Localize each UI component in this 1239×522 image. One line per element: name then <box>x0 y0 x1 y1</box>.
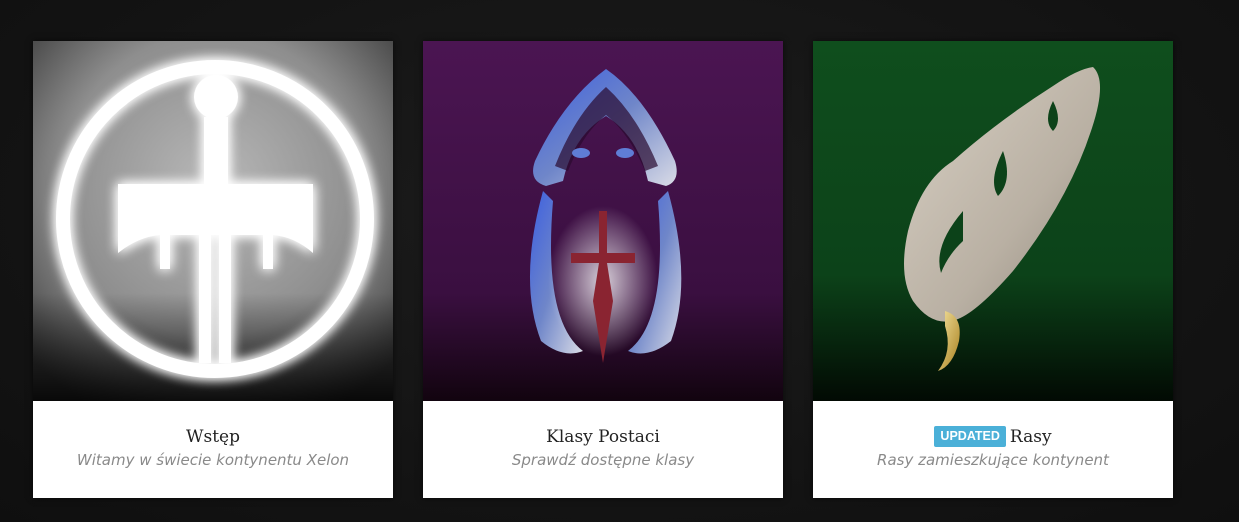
elf-ear-icon <box>813 41 1173 401</box>
card-klasy-postaci-image[interactable] <box>423 41 783 401</box>
card-wstep-caption: Wstęp Witamy w świecie kontynentu Xelon <box>33 401 393 498</box>
card-wstep-image[interactable] <box>33 41 393 401</box>
card-rasy-image[interactable] <box>813 41 1173 401</box>
hooded-figure-dagger-icon <box>423 41 783 401</box>
card-subtitle: Witamy w świecie kontynentu Xelon <box>76 451 350 469</box>
card-wstep[interactable]: Wstęp Witamy w świecie kontynentu Xelon <box>33 41 393 498</box>
card-subtitle: Sprawdź dostępne klasy <box>511 451 695 469</box>
sword-in-circle-icon <box>33 41 393 401</box>
card-title[interactable]: Klasy Postaci <box>546 427 660 447</box>
card-rasy[interactable]: UPDATED Rasy Rasy zamieszkujące kontynent <box>813 41 1173 498</box>
card-klasy-postaci[interactable]: Klasy Postaci Sprawdź dostępne klasy <box>423 41 783 498</box>
card-subtitle: Rasy zamieszkujące kontynent <box>877 451 1109 469</box>
card-rasy-caption: UPDATED Rasy Rasy zamieszkujące kontynent <box>813 401 1173 498</box>
updated-badge: UPDATED <box>934 426 1006 447</box>
card-klasy-postaci-caption: Klasy Postaci Sprawdź dostępne klasy <box>423 401 783 498</box>
card-title[interactable]: Wstęp <box>186 427 240 447</box>
card-title[interactable]: Rasy <box>1010 427 1052 447</box>
